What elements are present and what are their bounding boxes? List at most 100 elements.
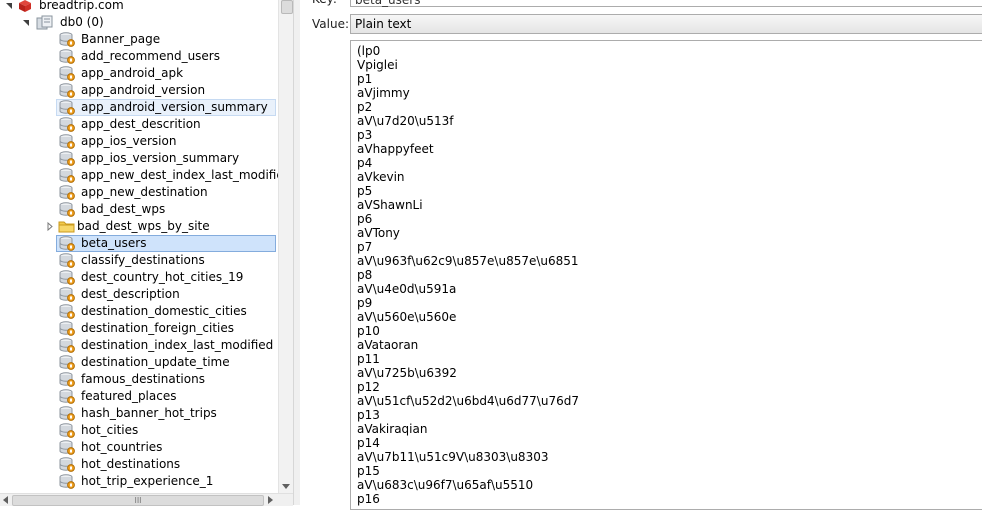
tree-key-item[interactable]: hot_trip_experience_1: [56, 473, 276, 490]
key-icon: [58, 116, 76, 133]
key-icon: [58, 405, 76, 422]
tree-key-item[interactable]: dest_country_hot_cities_19: [56, 269, 276, 286]
key-icon: [58, 320, 76, 337]
key-name-label: app_ios_version_summary: [81, 151, 240, 165]
key-name-label: destination_index_last_modified: [81, 338, 274, 352]
tree-horizontal-scrollbar[interactable]: III: [0, 493, 293, 506]
key-icon: [58, 167, 76, 184]
key-name-label: add_recommend_users: [81, 49, 220, 63]
tree-key-item[interactable]: app_android_version_summary: [56, 99, 276, 116]
key-icon: [58, 354, 76, 371]
value-line: aVTony: [357, 226, 400, 240]
tree-key-item[interactable]: destination_domestic_cities: [56, 303, 276, 320]
value-line: aVjimmy: [357, 86, 410, 100]
expander-arrow-icon[interactable]: [5, 0, 13, 19]
database-icon: [36, 15, 54, 35]
value-label: Value:: [312, 17, 349, 31]
tree-key-item[interactable]: beta_users: [56, 235, 276, 252]
tree-key-item[interactable]: app_android_version: [56, 82, 276, 99]
scrollbar-grip: III: [134, 496, 142, 505]
key-icon: [58, 31, 76, 48]
key-icon: [58, 337, 76, 354]
key-icon: [58, 99, 76, 116]
scroll-down-arrow-icon[interactable]: [282, 484, 290, 489]
value-line: aVhappyfeet: [357, 142, 434, 156]
tree-vertical-scrollbar[interactable]: [278, 0, 294, 493]
value-line: p15: [357, 464, 380, 478]
tree-db-node[interactable]: db0 (0): [22, 14, 276, 31]
tree-key-item[interactable]: famous_destinations: [56, 371, 276, 388]
key-name-label: hot_cities: [81, 423, 139, 437]
key-icon: [58, 473, 76, 490]
tree-key-item[interactable]: hot_destinations: [56, 456, 276, 473]
scroll-right-arrow-icon[interactable]: [268, 496, 273, 504]
key-name-label: destination_update_time: [81, 355, 230, 369]
key-icon: [58, 82, 76, 99]
key-icon: [58, 235, 76, 252]
tree-key-item[interactable]: destination_foreign_cities: [56, 320, 276, 337]
tree-key-item[interactable]: app_new_dest_index_last_modified: [56, 167, 278, 184]
key-name-label: destination_foreign_cities: [81, 321, 235, 335]
scroll-left-arrow-icon[interactable]: [3, 496, 8, 504]
key-name-input[interactable]: beta_users: [350, 0, 982, 7]
value-line: aV\u7b11\u51c9V\u8303\u8303: [357, 450, 549, 464]
key-icon: [58, 252, 76, 269]
tree-key-item[interactable]: app_ios_version: [56, 133, 276, 150]
tree-folder-item[interactable]: bad_dest_wps_by_site: [42, 218, 276, 235]
value-line: aV\u4e0d\u591a: [357, 282, 457, 296]
value-line: aVkevin: [357, 170, 405, 184]
value-textarea[interactable]: (lp0 Vpiglei p1 aVjimmy p2 aV\u7d20\u513f p3 aV…: [350, 40, 982, 510]
value-line: p11: [357, 352, 380, 366]
tree-key-item[interactable]: hot_countries: [56, 439, 276, 456]
tree-key-item[interactable]: hash_banner_hot_trips: [56, 405, 276, 422]
value-format-select[interactable]: Plain text: [350, 14, 982, 34]
key-name-label: dest_country_hot_cities_19: [81, 270, 244, 284]
value-line: p8: [357, 268, 373, 282]
tree-key-item[interactable]: dest_description: [56, 286, 276, 303]
key-icon: [58, 150, 76, 167]
key-name-label: classify_destinations: [81, 253, 205, 267]
tree-key-item[interactable]: hot_cities: [56, 422, 276, 439]
key-name-label: app_new_dest_index_last_modified: [81, 168, 278, 182]
tree-key-item[interactable]: app_android_apk: [56, 65, 276, 82]
value-line: p6: [357, 212, 373, 226]
key-name-label: featured_places: [81, 389, 177, 403]
key-icon: [58, 422, 76, 439]
tree-key-item[interactable]: Banner_page: [56, 31, 276, 48]
value-line: p5: [357, 184, 373, 198]
key-icon: [58, 184, 76, 201]
key-name-label: app_android_version: [81, 83, 206, 97]
tree-key-item[interactable]: classify_destinations: [56, 252, 276, 269]
key-icon: [58, 371, 76, 388]
tree-key-item[interactable]: app_dest_descrition: [56, 116, 276, 133]
value-line: aV\u683c\u96f7\u65af\u5510: [357, 478, 534, 492]
tree-key-item[interactable]: destination_update_time: [56, 354, 276, 371]
tree-key-item[interactable]: bad_dest_wps: [56, 201, 276, 218]
tree-key-item[interactable]: app_ios_version_summary: [56, 150, 276, 167]
tree-key-item[interactable]: app_new_destination: [56, 184, 276, 201]
key-icon: [58, 269, 76, 286]
scrollbar-thumb[interactable]: III: [12, 495, 264, 506]
value-line: p1: [357, 72, 373, 86]
expander-arrow-icon[interactable]: [22, 14, 30, 36]
key-name-label: destination_domestic_cities: [81, 304, 247, 318]
tree-key-item[interactable]: featured_places: [56, 388, 276, 405]
value-line: p12: [357, 380, 380, 394]
expander-arrow-icon[interactable]: [45, 218, 55, 235]
tree-key-item[interactable]: add_recommend_users: [56, 48, 276, 65]
value-line: p7: [357, 240, 373, 254]
value-line: p9: [357, 296, 373, 310]
scrollbar-thumb[interactable]: [281, 0, 293, 14]
key-name-label: famous_destinations: [81, 372, 205, 386]
value-line: aV\u963f\u62c9\u857e\u857e\u6851: [357, 254, 579, 268]
value-line: p3: [357, 128, 373, 142]
value-line: p13: [357, 408, 380, 422]
tree-key-item[interactable]: destination_index_last_modified: [56, 337, 276, 354]
tree-server-node[interactable]: breadtrip.com: [4, 0, 276, 14]
key-tree[interactable]: breadtrip.com db0 (0) Banner_page add_rec…: [0, 0, 278, 493]
key-name-label: hot_countries: [81, 440, 163, 454]
key-name-label: hot_destinations: [81, 457, 181, 471]
key-icon: [58, 439, 76, 456]
value-line: aV\u725b\u6392: [357, 366, 457, 380]
value-line: Vpiglei: [357, 58, 398, 72]
